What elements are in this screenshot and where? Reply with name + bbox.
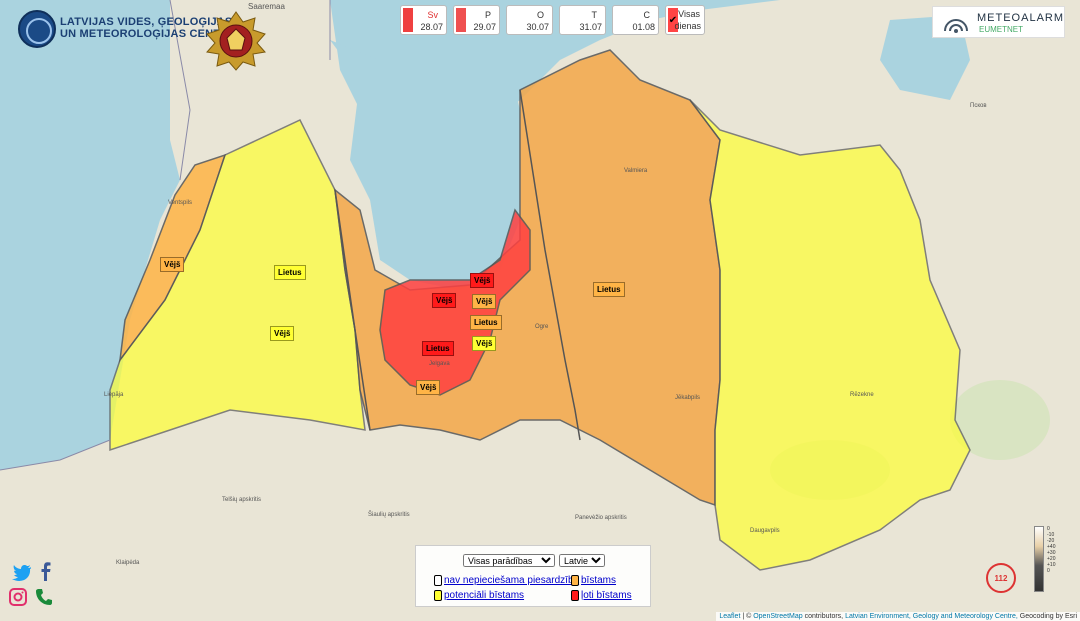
meteoalarm-subtitle: EUMETNET: [979, 25, 1023, 34]
place-label: Liepāja: [104, 392, 124, 398]
place-label: Valmiera: [624, 168, 648, 174]
day-tab-29-07[interactable]: P 29.07: [453, 5, 500, 35]
place-label: Jēkabpils: [675, 395, 701, 401]
instagram-icon[interactable]: [8, 587, 28, 607]
day-status-bar: [403, 8, 413, 32]
day-tab-28-07[interactable]: Sv 28.07: [400, 5, 447, 35]
day-status-bar: [456, 8, 466, 32]
day-tab-31-07[interactable]: T 31.07: [559, 5, 606, 35]
day-weekday: C: [643, 10, 651, 20]
warning-label-rain[interactable]: Lietus: [593, 282, 625, 297]
warning-label-wind[interactable]: Vējš: [472, 294, 497, 309]
warning-label-wind[interactable]: Vējš: [472, 336, 497, 351]
osm-link[interactable]: OpenStreetMap: [753, 613, 802, 620]
place-label: Telšių apskritis: [222, 497, 262, 503]
warning-label-wind[interactable]: Vējš: [160, 257, 185, 272]
legend-item-no-caution[interactable]: nav nepieciešama piesardzība: [434, 575, 579, 586]
day-tab-30-07[interactable]: O 30.07: [506, 5, 553, 35]
warning-label-wind[interactable]: Vējš: [416, 380, 441, 395]
temperature-scale-bar: [1034, 526, 1044, 592]
place-label: Jelgava: [429, 361, 450, 367]
legend-item-dangerous[interactable]: bīstams: [571, 575, 616, 586]
day-date: 30.07: [526, 22, 549, 32]
map-canvas[interactable]: [0, 0, 1080, 621]
day-tab-01-08[interactable]: C 01.08: [612, 5, 659, 35]
day-date: 01.08: [632, 22, 655, 32]
attribution-text: contributors,: [804, 613, 844, 620]
day-weekday: T: [591, 10, 598, 20]
legend-swatch: [571, 575, 579, 586]
phenomenon-filter-select[interactable]: Visas parādības: [463, 554, 555, 567]
scale-label: 0: [1047, 568, 1050, 574]
all-days-line2: dienas: [674, 21, 701, 31]
place-label: Ogre: [535, 324, 549, 330]
place-label: Daugavpils: [750, 528, 780, 534]
temperature-scale-labels: 0 -10 -20 +40 +30 +20 +10 0: [1047, 526, 1055, 574]
legend-link[interactable]: potenciāli bīstams: [444, 590, 524, 601]
emergency-112-icon[interactable]: 112: [986, 563, 1016, 593]
warning-label-wind[interactable]: Vējš: [270, 326, 295, 341]
facebook-icon[interactable]: [36, 561, 56, 581]
lvgmc-logo-icon[interactable]: [18, 10, 56, 48]
legend-swatch: [434, 590, 442, 601]
attribution-geocoding: Geocoding by Esri: [1019, 613, 1077, 620]
day-weekday: Sv: [427, 10, 438, 20]
coat-of-arms-emblem-icon: [206, 11, 266, 71]
map-attribution: Leaflet | © OpenStreetMap contributors, …: [716, 612, 1080, 621]
phone-icon[interactable]: [34, 587, 54, 607]
warning-label-wind[interactable]: Vējš: [432, 293, 457, 308]
place-label: Klaipėda: [116, 560, 140, 566]
day-date: 28.07: [420, 22, 443, 32]
legend-link[interactable]: nav nepieciešama piesardzība: [444, 575, 579, 586]
place-label: Rēzekne: [850, 392, 874, 398]
legend-swatch: [571, 590, 579, 601]
place-label: Псков: [970, 103, 987, 109]
day-weekday: O: [536, 10, 544, 20]
twitter-icon[interactable]: [12, 563, 32, 583]
legend-link[interactable]: ļoti bīstams: [581, 590, 632, 601]
meteoalarm-title: METEOALARM: [977, 12, 1065, 24]
meteoalarm-logo-icon: [944, 19, 968, 33]
legend-swatch: [434, 575, 442, 586]
legend-item-very-dangerous[interactable]: ļoti bīstams: [571, 590, 632, 601]
warning-label-rain[interactable]: Lietus: [274, 265, 306, 280]
leaflet-link[interactable]: Leaflet: [719, 613, 740, 620]
legend-panel: Visas parādības Latviešu nav nepieciešam…: [415, 545, 651, 607]
warning-label-rain[interactable]: Lietus: [470, 315, 502, 330]
warning-label-wind[interactable]: Vējš: [470, 273, 495, 288]
all-days-line1: Visas: [678, 9, 700, 19]
lvgmc-link[interactable]: Latvian Environment, Geology and Meteoro…: [845, 613, 1018, 620]
legend-link[interactable]: bīstams: [581, 575, 616, 586]
day-selector: Sv 28.07 P 29.07 O 30.07 T 31.07 C 01.08…: [400, 5, 705, 35]
meteoalarm-logo[interactable]: METEOALARM EUMETNET: [932, 6, 1065, 38]
day-date: 31.07: [579, 22, 602, 32]
warning-label-rain[interactable]: Lietus: [422, 341, 454, 356]
all-days-tab[interactable]: ✔ Visas dienas: [665, 5, 705, 35]
language-select[interactable]: Latviešu: [559, 554, 605, 567]
day-date: 29.07: [473, 22, 496, 32]
place-label: Šiaulių apskritis: [368, 512, 410, 518]
legend-item-potentially-dangerous[interactable]: potenciāli bīstams: [434, 590, 524, 601]
day-weekday: P: [484, 10, 491, 20]
place-label: Panevėžio apskritis: [575, 515, 627, 521]
place-label: Ventspils: [168, 200, 193, 206]
